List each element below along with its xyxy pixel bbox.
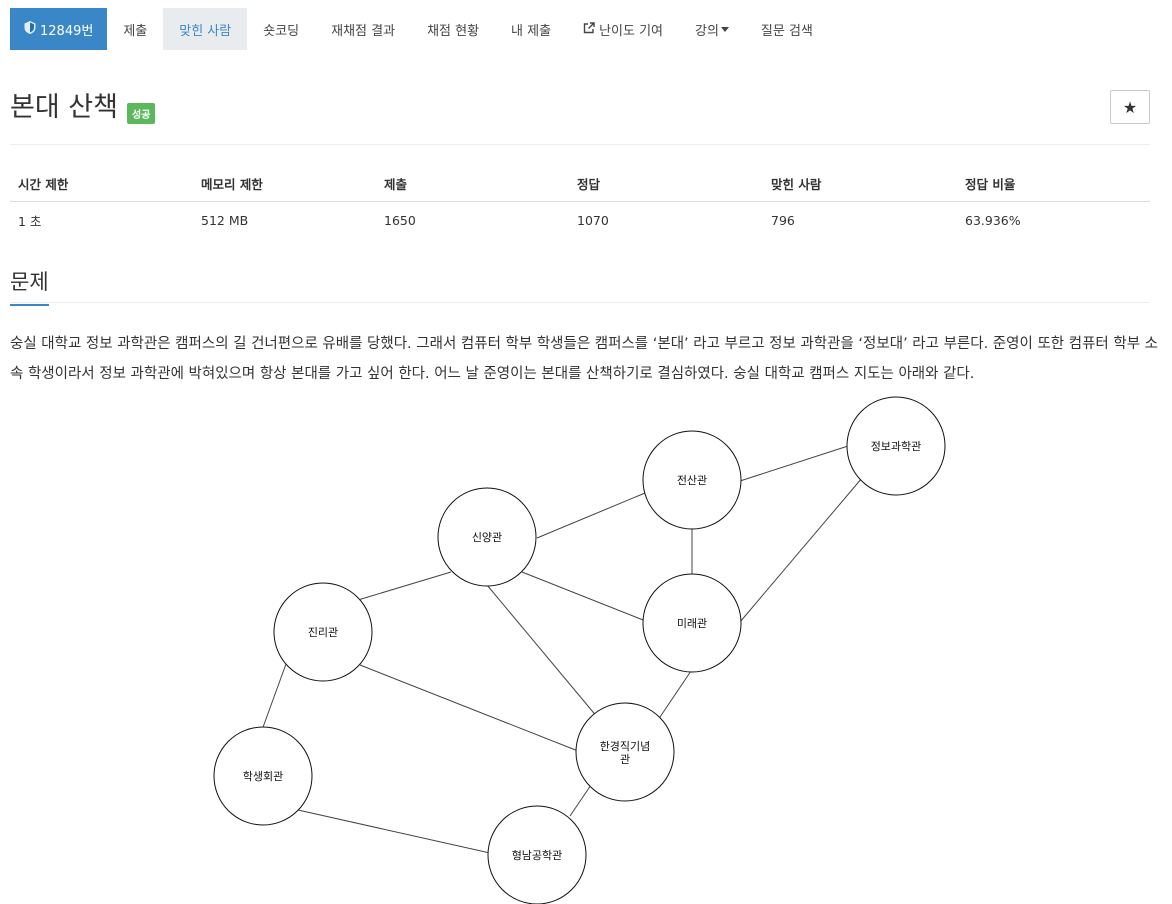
- value-time-limit: 1 초: [18, 214, 42, 229]
- nav-judge-status[interactable]: 채점 현황: [411, 8, 495, 50]
- edge-sinyang-jinri: [357, 571, 452, 601]
- edge-sinyang-hangyeong: [486, 584, 599, 719]
- nav-difficulty-contribution[interactable]: 난이도 기여: [567, 8, 679, 50]
- nav-rejudge-results[interactable]: 재채점 결과: [315, 8, 411, 50]
- header-accepted: 정답: [569, 166, 763, 202]
- node-sinyang-label: 신양관: [472, 531, 502, 544]
- value-accept-ratio: 63.936%: [965, 213, 1021, 228]
- node-jinri-label: 진리관: [308, 626, 338, 639]
- nav-problem-number[interactable]: 12849번: [10, 8, 108, 50]
- node-hyeongnam-label: 형남공학관: [512, 849, 563, 862]
- star-icon: ★: [1122, 97, 1138, 117]
- external-link-icon: [583, 21, 595, 37]
- problem-nav: 12849번 제출 맞힌 사람 숏코딩 재채점 결과 채점 현황 내 제출 난이…: [10, 8, 829, 50]
- value-solved-users: 796: [771, 213, 795, 228]
- header-memory-limit: 메모리 제한: [193, 166, 376, 202]
- title-divider: [10, 144, 1150, 145]
- header-submissions: 제출: [376, 166, 569, 202]
- problem-title: 본대 산책: [10, 92, 118, 123]
- node-jeonsan-label: 전산관: [677, 474, 707, 487]
- nav-problem-number-label: 12849번: [40, 23, 94, 39]
- node-jeongbo-label: 정보과학관: [871, 440, 922, 453]
- value-accepted: 1070: [577, 213, 609, 228]
- header-time-limit: 시간 제한: [10, 166, 193, 202]
- section-divider: [10, 302, 1150, 303]
- edge-hangyeong-hyeongnam: [569, 784, 592, 817]
- node-mirae-label: 미래관: [677, 617, 707, 630]
- edge-haksaeng-hyeongnam: [297, 809, 491, 854]
- value-submissions: 1650: [384, 213, 416, 228]
- nav-short-coding[interactable]: 숏코딩: [247, 8, 315, 50]
- header-solved-users: 맞힌 사람: [763, 166, 957, 202]
- problem-description: 숭실 대학교 정보 과학관은 캠퍼스의 길 건너편으로 유배를 당했다. 그래서…: [10, 336, 1158, 382]
- nav-lectures-dropdown[interactable]: 강의: [679, 8, 745, 50]
- edge-sinyang-mirae: [521, 571, 644, 621]
- node-haksaeng-label: 학생회관: [243, 770, 283, 783]
- solved-status-badge: 성공: [127, 103, 156, 124]
- problem-title-row: 본대 산책 성공 ★: [10, 88, 1150, 144]
- value-memory-limit: 512 MB: [201, 213, 249, 228]
- table-row: 1 초 512 MB 1650 1070 796 63.936%: [10, 202, 1150, 240]
- edge-jeongbo-mirae: [739, 477, 863, 623]
- edge-mirae-hangyeong: [657, 670, 692, 721]
- nav-lectures-label: 강의: [695, 23, 719, 39]
- nav-submit[interactable]: 제출: [107, 8, 163, 50]
- header-accept-ratio: 정답 비율: [957, 166, 1150, 202]
- edge-jeongbo-jeonsan: [739, 445, 849, 482]
- favorite-star-button[interactable]: ★: [1110, 90, 1150, 124]
- nav-difficulty-contribution-label: 난이도 기여: [599, 23, 663, 39]
- problem-info-table: 시간 제한 메모리 제한 제출 정답 맞힌 사람 정답 비율 1 초 512 M…: [10, 166, 1150, 239]
- edge-jeonsan-sinyang: [536, 492, 646, 539]
- edge-jinri-hangyeong: [359, 664, 579, 752]
- problem-badge-icon: [24, 21, 36, 37]
- campus-map-graph: 정보과학관 전산관 신양관 미래관 진리관 한경직기념 관 학생회관 형남공학관: [213, 396, 946, 904]
- node-hangyeong-label-1: 한경직기념: [600, 740, 651, 753]
- section-heading-problem: 문제: [10, 266, 49, 306]
- nav-solved-users[interactable]: 맞힌 사람: [163, 8, 248, 50]
- edge-jinri-haksaeng: [261, 663, 287, 731]
- caret-down-icon: [720, 26, 729, 32]
- nav-question-search[interactable]: 질문 검색: [745, 8, 829, 50]
- nav-my-submissions[interactable]: 내 제출: [495, 8, 567, 50]
- node-hangyeong-label-2: 관: [620, 753, 630, 766]
- table-header-row: 시간 제한 메모리 제한 제출 정답 맞힌 사람 정답 비율: [10, 166, 1150, 202]
